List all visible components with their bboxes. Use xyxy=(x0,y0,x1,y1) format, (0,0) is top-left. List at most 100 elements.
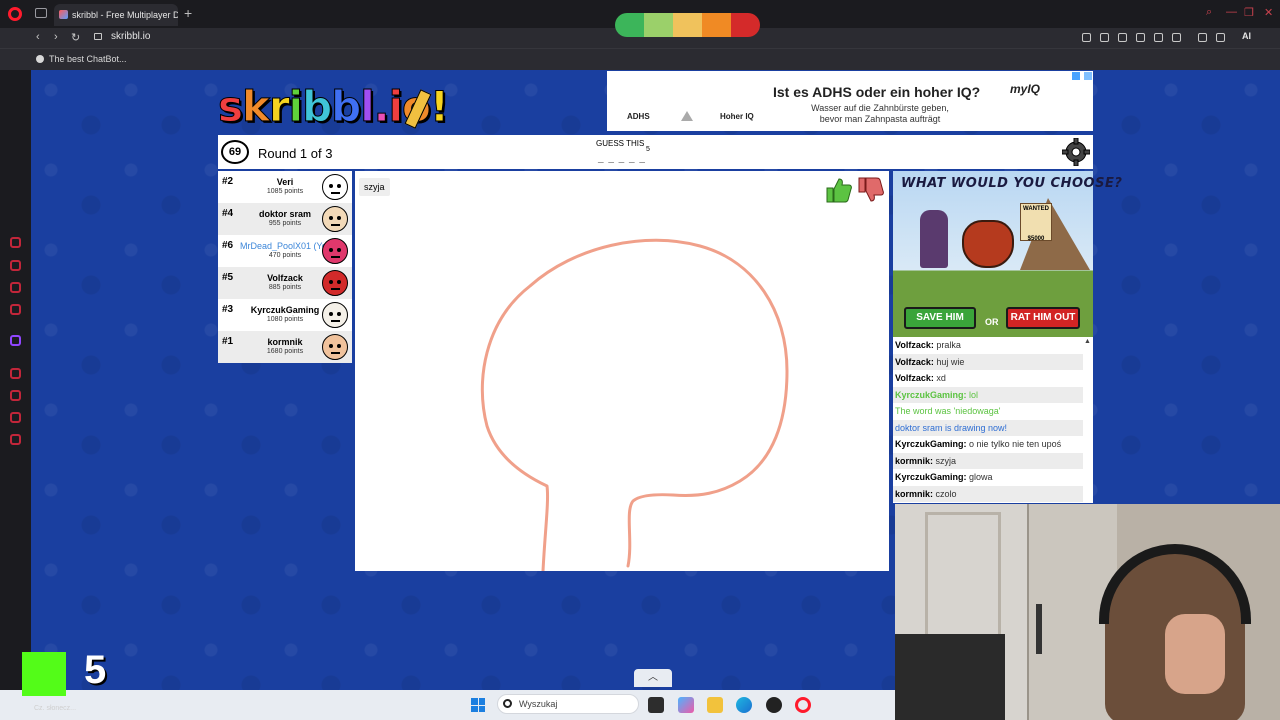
sidebar-bag-icon[interactable] xyxy=(10,260,21,271)
download-icon[interactable] xyxy=(1216,33,1225,42)
shield-icon[interactable] xyxy=(1118,33,1127,42)
taskbar-search-placeholder: Wyszukaj xyxy=(519,699,558,709)
player-name: Volfzack xyxy=(267,273,303,283)
rat-him-out-button[interactable]: RAT HIM OUT xyxy=(1006,307,1080,329)
thumbs-down-icon[interactable] xyxy=(856,176,884,204)
close-icon[interactable]: ✕ xyxy=(1264,6,1273,19)
file-explorer-icon[interactable] xyxy=(707,697,723,713)
guess-word-blanks: _ _ _ _ _ xyxy=(598,153,646,164)
forward-icon[interactable]: › xyxy=(54,31,58,43)
windows-start-icon[interactable] xyxy=(471,698,485,712)
chat-username: kormnik: xyxy=(895,455,934,466)
player-row[interactable]: #2 Veri 1085 points xyxy=(218,171,352,203)
player-avatar-icon xyxy=(322,238,348,264)
chat-username: Volfzack: xyxy=(895,373,934,383)
chat-message: KyrczukGaming: o nie tylko nie ten upoś xyxy=(893,436,1083,452)
maximize-icon[interactable]: ❐ xyxy=(1244,6,1254,19)
drawing-stroke xyxy=(480,238,789,573)
game-app-icon[interactable] xyxy=(766,697,782,713)
player-row[interactable]: #4 doktor sram 955 points xyxy=(218,203,352,235)
sidebar-player-icon[interactable] xyxy=(10,368,21,379)
opera-taskbar-icon[interactable] xyxy=(795,697,811,713)
ad-scale-segment xyxy=(673,13,702,37)
profile-icon[interactable] xyxy=(1198,33,1207,42)
translate-icon[interactable] xyxy=(1136,33,1145,42)
player-row[interactable]: #6 MrDead_PoolX01 (You) 470 points xyxy=(218,235,352,267)
aria-ai-button[interactable]: AI xyxy=(1242,31,1251,41)
chat-username: KyrczukGaming: xyxy=(895,472,967,482)
skribbl-favicon-icon xyxy=(59,10,68,19)
player-row[interactable]: #5 Volfzack 885 points xyxy=(218,267,352,299)
back-icon[interactable]: ‹ xyxy=(36,31,40,43)
heart-icon[interactable] xyxy=(1172,33,1181,42)
sidebar-telegram-icon[interactable] xyxy=(10,304,21,315)
ad-scale-segment xyxy=(615,13,644,37)
ad-scale-right-label: Hoher IQ xyxy=(720,112,754,121)
chat-message: doktor sram is drawing now! xyxy=(893,419,1083,436)
chat-scroll-up-icon[interactable]: ▲ xyxy=(1083,338,1092,348)
chat-text: o nie tylko nie ten upoś xyxy=(969,439,1062,449)
chat-text: lol xyxy=(969,389,979,400)
browser-tab-active[interactable]: skribbl - Free Multiplayer D xyxy=(54,4,178,26)
minimize-icon[interactable]: — xyxy=(1226,6,1237,18)
extension-icon[interactable] xyxy=(1082,33,1091,42)
chat-username: KyrczukGaming: xyxy=(895,389,967,400)
reload-icon[interactable]: ↻ xyxy=(71,31,80,44)
player-name: kormnik xyxy=(267,337,303,347)
player-avatar-icon xyxy=(322,270,348,296)
save-him-button[interactable]: SAVE HIM xyxy=(904,307,976,329)
thumbs-up-icon[interactable] xyxy=(824,176,852,204)
word-hint-tag: szyja xyxy=(359,178,390,196)
url-field[interactable]: skribbl.io xyxy=(111,31,150,42)
ad-scale-segment xyxy=(731,13,760,37)
player-points: 1085 points xyxy=(266,188,304,195)
ad-scale-left-label: ADHS xyxy=(627,112,650,121)
tab-menu-icon[interactable] xyxy=(35,8,47,18)
player-avatar-icon xyxy=(322,302,348,328)
opera-logo-icon[interactable] xyxy=(8,7,22,21)
player-rank: #1 xyxy=(222,336,234,347)
snapshot-icon[interactable] xyxy=(1100,33,1109,42)
play-icon[interactable] xyxy=(1154,33,1163,42)
copilot-icon[interactable] xyxy=(678,697,694,713)
windows-taskbar xyxy=(0,690,895,720)
sidebar-messenger-icon[interactable] xyxy=(10,282,21,293)
chat-text: huj wie xyxy=(936,356,965,367)
settings-gear-icon[interactable] xyxy=(1062,138,1090,166)
bookmark-label: The best ChatBot... xyxy=(49,54,127,64)
tray-expand-icon[interactable]: ︿ xyxy=(634,669,672,687)
chat-text: The word was 'niedowaga' xyxy=(895,406,1001,416)
guess-label: GUESS THIS xyxy=(596,139,645,148)
sidebar-pinboard-icon[interactable] xyxy=(10,412,21,423)
task-view-icon[interactable] xyxy=(648,697,664,713)
ad-choices-icon[interactable] xyxy=(1072,72,1080,80)
headphones-icon xyxy=(1099,544,1251,624)
sidebar-twitch-icon[interactable] xyxy=(10,335,21,346)
player-points: 1680 points xyxy=(266,348,304,355)
chat-text: xd xyxy=(936,373,946,383)
sidebar-history-icon[interactable] xyxy=(10,390,21,401)
chat-message: Volfzack: pralka xyxy=(893,337,1083,353)
sidebar-ai-icon[interactable] xyxy=(10,237,21,248)
player-rank: #3 xyxy=(222,304,234,315)
edge-icon[interactable] xyxy=(736,697,752,713)
player-avatar-icon xyxy=(322,206,348,232)
ad-close-icon[interactable] xyxy=(1084,72,1092,80)
bookmark-item[interactable]: The best ChatBot... xyxy=(36,54,127,64)
search-tabs-icon[interactable]: ⌕ xyxy=(1206,6,1212,19)
player-avatar-icon xyxy=(322,334,348,360)
timer-clock: 69 xyxy=(221,140,249,164)
drawing-canvas[interactable] xyxy=(355,171,889,573)
chat-username: Volfzack: xyxy=(895,340,934,350)
player-name: KyrczukGaming xyxy=(250,305,320,315)
player-row[interactable]: #3 KyrczukGaming 1080 points xyxy=(218,299,352,331)
ad-pot-image xyxy=(962,220,1014,268)
player-name: MrDead_PoolX01 (You) xyxy=(240,241,330,251)
webcam-door-handle xyxy=(1036,604,1042,654)
webcam-overlay xyxy=(895,504,1280,720)
chat-text: glowa xyxy=(969,472,993,482)
sidebar-settings-icon[interactable] xyxy=(10,434,21,445)
side-ad-title: WHAT WOULD YOU CHOOSE? xyxy=(901,176,1123,191)
new-tab-icon[interactable]: + xyxy=(184,5,192,21)
player-row[interactable]: #1 kormnik 1680 points xyxy=(218,331,352,363)
